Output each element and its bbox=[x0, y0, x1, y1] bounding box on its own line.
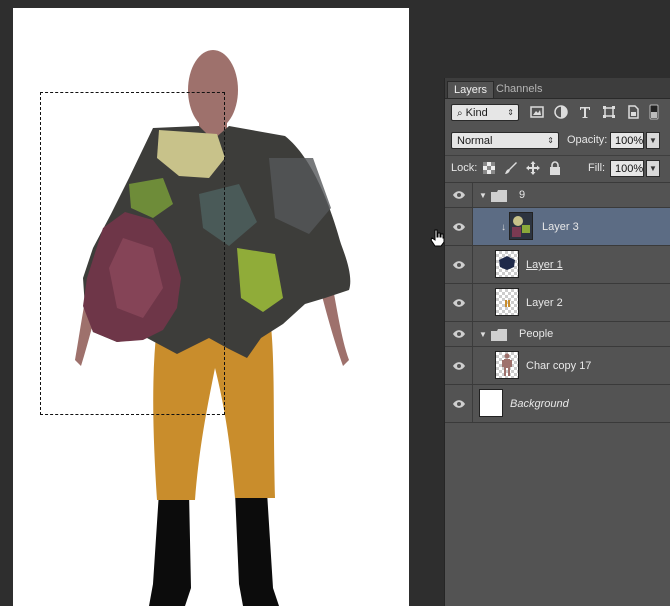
lock-brush-icon[interactable] bbox=[504, 161, 518, 175]
fill-dropdown-button[interactable]: ▼ bbox=[646, 160, 660, 177]
layer-row-body[interactable]: Background bbox=[473, 385, 670, 422]
lock-row: Lock: Fill: 100% ▼ bbox=[445, 154, 670, 183]
filter-pixel-icon[interactable] bbox=[529, 104, 545, 120]
layer-group-9[interactable]: ▼ 9 bbox=[445, 183, 670, 208]
layer-thumbnail bbox=[495, 250, 519, 278]
layer-row-body[interactable]: Layer 1 bbox=[473, 246, 670, 283]
visibility-toggle[interactable] bbox=[445, 322, 473, 346]
layer-name: 9 bbox=[519, 189, 526, 201]
folder-icon bbox=[491, 329, 507, 341]
search-icon: ⌕ bbox=[457, 108, 463, 119]
lock-transparency-icon[interactable] bbox=[482, 161, 496, 175]
lock-all-icon[interactable] bbox=[548, 161, 562, 175]
document-canvas[interactable] bbox=[13, 8, 409, 606]
opacity-label: Opacity: bbox=[567, 134, 608, 146]
layer-layer-1[interactable]: Layer 1 bbox=[445, 246, 670, 284]
layer-thumbnail bbox=[509, 212, 533, 240]
layers-panel: Layers Channels ⌕ Kind ⇕ Normal ⇕ Opacit… bbox=[444, 78, 670, 606]
character-figure bbox=[75, 50, 351, 606]
blend-mode-select[interactable]: Normal ⇕ bbox=[451, 132, 559, 149]
visibility-toggle[interactable] bbox=[445, 246, 473, 283]
clipping-mask-icon: ↓ bbox=[501, 222, 506, 233]
layer-name: Layer 3 bbox=[542, 221, 579, 233]
blend-row: Normal ⇕ Opacity: 100% ▼ bbox=[445, 127, 670, 156]
opacity-input[interactable]: 100% bbox=[610, 132, 644, 149]
layer-row-body[interactable]: Layer 2 bbox=[473, 284, 670, 321]
eye-icon bbox=[453, 399, 465, 408]
panel-tab-bar: Layers Channels bbox=[445, 78, 670, 99]
figure-left-boot bbox=[149, 492, 191, 606]
eye-icon bbox=[453, 191, 465, 199]
layers-list: ▼ 9 ↓ Layer 3 Layer 1 Layer 2 ▼ People C… bbox=[445, 183, 670, 423]
layer-char-copy-17[interactable]: Char copy 17 bbox=[445, 347, 670, 385]
eye-icon bbox=[453, 361, 465, 370]
eye-icon bbox=[453, 298, 465, 307]
filter-adjustment-icon[interactable] bbox=[553, 104, 569, 120]
lock-move-icon[interactable] bbox=[526, 161, 540, 175]
layer-thumbnail bbox=[495, 288, 519, 316]
eye-icon bbox=[453, 260, 465, 269]
figure-pants bbox=[153, 326, 275, 500]
filter-row: ⌕ Kind ⇕ bbox=[445, 99, 670, 127]
disclosure-triangle-icon[interactable]: ▼ bbox=[479, 330, 487, 339]
eye-icon bbox=[453, 330, 465, 338]
layer-thumbnail bbox=[479, 389, 503, 417]
eye-icon bbox=[453, 222, 465, 231]
filter-kind-select[interactable]: ⌕ Kind ⇕ bbox=[451, 104, 519, 121]
visibility-toggle[interactable] bbox=[445, 208, 473, 245]
disclosure-triangle-icon[interactable]: ▼ bbox=[479, 191, 487, 200]
opacity-dropdown-button[interactable]: ▼ bbox=[646, 132, 660, 149]
lock-label: Lock: bbox=[451, 162, 478, 174]
layer-name: Layer 2 bbox=[526, 297, 563, 309]
layer-name: Char copy 17 bbox=[526, 360, 592, 372]
layer-layer-2[interactable]: Layer 2 bbox=[445, 284, 670, 322]
layer-background[interactable]: Background bbox=[445, 385, 670, 423]
visibility-toggle[interactable] bbox=[445, 385, 473, 422]
tab-layers[interactable]: Layers bbox=[447, 81, 495, 98]
layer-group-people[interactable]: ▼ People bbox=[445, 322, 670, 347]
layer-thumbnail bbox=[495, 351, 519, 379]
blend-mode-value: Normal bbox=[457, 135, 493, 147]
layer-name: Background bbox=[510, 398, 569, 410]
filter-type-icon[interactable] bbox=[577, 104, 593, 120]
layer-row-body[interactable]: ▼ People bbox=[473, 322, 670, 346]
tab-channels[interactable]: Channels bbox=[490, 81, 548, 98]
updown-arrow-icon: ⇕ bbox=[547, 136, 554, 145]
layer-row-body[interactable]: ▼ 9 bbox=[473, 183, 670, 207]
filter-toggle-icon[interactable] bbox=[649, 104, 659, 120]
folder-icon bbox=[491, 190, 507, 202]
filter-smart-object-icon[interactable] bbox=[625, 104, 641, 120]
layer-name: Layer 1 bbox=[526, 259, 563, 271]
updown-arrow-icon: ⇕ bbox=[507, 108, 514, 117]
figure-right-boot bbox=[235, 492, 279, 606]
visibility-toggle[interactable] bbox=[445, 284, 473, 321]
layer-row-body[interactable]: Char copy 17 bbox=[473, 347, 670, 384]
fill-input[interactable]: 100% bbox=[610, 160, 644, 177]
filter-kind-label: Kind bbox=[465, 107, 488, 119]
layer-row-body[interactable]: ↓ Layer 3 bbox=[473, 208, 670, 245]
visibility-toggle[interactable] bbox=[445, 183, 473, 207]
layer-name: People bbox=[519, 328, 554, 340]
fill-label: Fill: bbox=[588, 162, 606, 174]
visibility-toggle[interactable] bbox=[445, 347, 473, 384]
layer-layer-3[interactable]: ↓ Layer 3 bbox=[445, 208, 670, 246]
filter-shape-icon[interactable] bbox=[601, 104, 617, 120]
